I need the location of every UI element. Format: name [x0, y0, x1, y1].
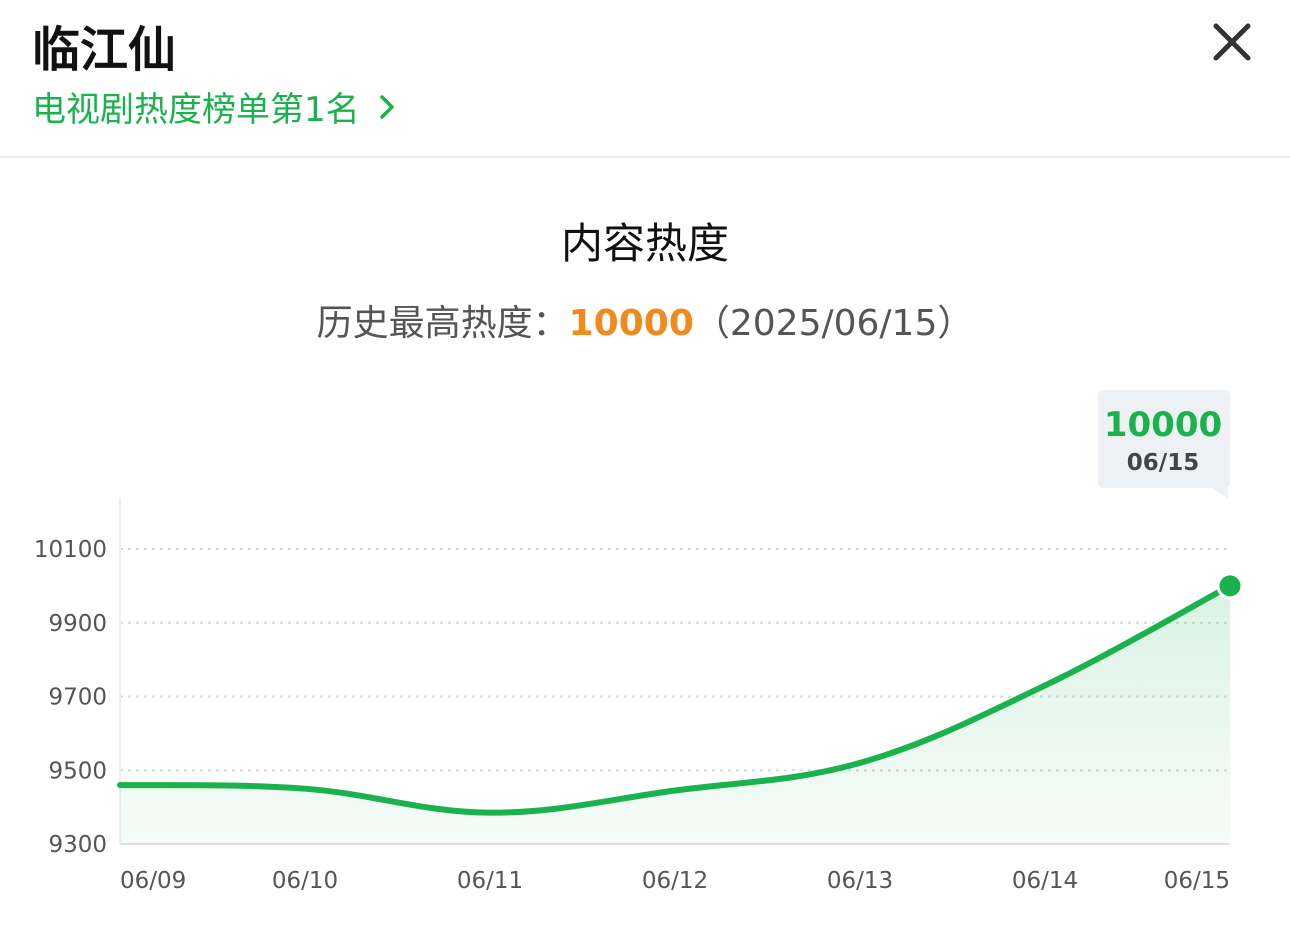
y-tick-label: 9500: [48, 758, 107, 784]
y-tick-label: 10100: [34, 537, 107, 563]
x-tick-label: 06/15: [1164, 868, 1230, 894]
drama-title: 临江仙: [32, 22, 177, 78]
rank-link-label: 电视剧热度榜单第1名: [32, 90, 360, 130]
tooltip-date: 06/15: [1127, 450, 1199, 476]
highlight-point[interactable]: [1216, 572, 1244, 600]
x-tick-label: 06/11: [457, 868, 523, 894]
y-tick-label: 9900: [48, 611, 107, 637]
y-tick-label: 9300: [48, 832, 107, 858]
x-tick-label: 06/12: [642, 868, 708, 894]
close-icon[interactable]: [1206, 16, 1258, 68]
heat-line-chart: 9300 9500 9700 9900 10100 06/09 06/10 06/11 06/…: [34, 390, 1244, 894]
x-tick-label: 06/14: [1012, 868, 1078, 894]
y-tick-label: 9700: [48, 685, 107, 711]
header: 临江仙 电视剧热度榜单第1名: [0, 0, 1290, 158]
x-tick-label: 06/09: [120, 868, 186, 894]
x-tick-label: 06/10: [272, 868, 338, 894]
x-tick-label: 06/13: [827, 868, 893, 894]
peak-date: （2025/06/15）: [693, 303, 974, 344]
peak-summary: 历史最高热度：10000（2025/06/15）: [0, 294, 1290, 346]
rank-link[interactable]: 电视剧热度榜单第1名: [32, 82, 400, 131]
chevron-right-icon: [379, 94, 394, 119]
peak-value: 10000: [568, 303, 694, 344]
tooltip-pointer: [1212, 488, 1228, 498]
area-fill: [120, 585, 1230, 844]
chart-title: 内容热度: [560, 219, 729, 268]
tooltip-value: 10000: [1104, 405, 1222, 445]
peak-label: 历史最高热度：: [316, 303, 569, 344]
